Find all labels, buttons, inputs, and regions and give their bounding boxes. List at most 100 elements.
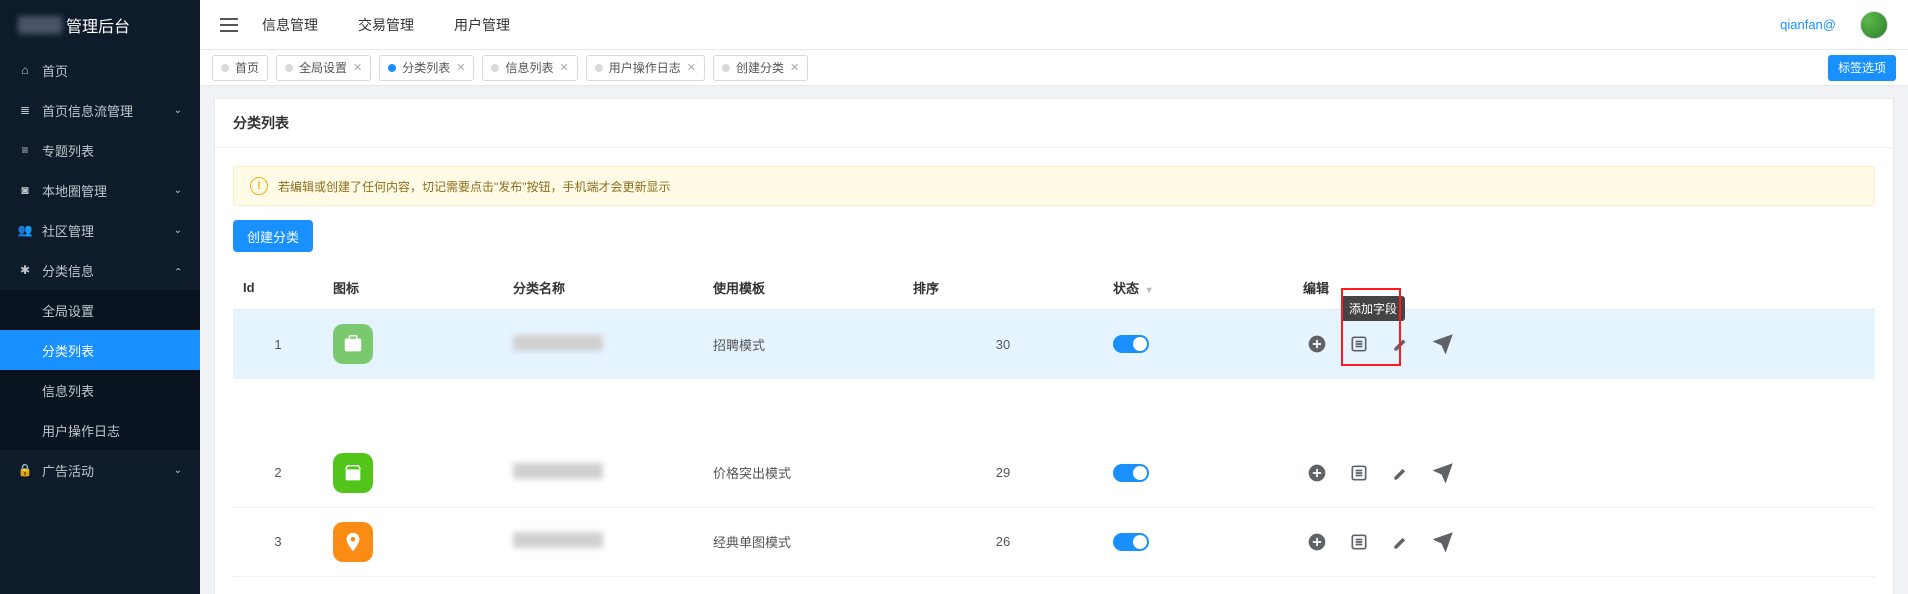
edit-button[interactable] <box>1387 528 1415 556</box>
chevron-down-icon: ⌄ <box>174 105 182 116</box>
tooltip: 添加字段 <box>1341 296 1405 321</box>
topnav-user[interactable]: 用户管理 <box>454 15 510 35</box>
sidebar-sub-infolist[interactable]: 信息列表 <box>0 370 200 410</box>
list-icon: ≡ <box>18 143 32 157</box>
cell-id: 3 <box>233 507 323 576</box>
status-toggle[interactable] <box>1113 464 1149 482</box>
add-field-button[interactable] <box>1303 330 1331 358</box>
publish-button[interactable] <box>1429 330 1457 358</box>
status-toggle[interactable] <box>1113 335 1149 353</box>
publish-button[interactable] <box>1429 528 1457 556</box>
sidebar-sub-catlist[interactable]: 分类列表 <box>0 330 200 370</box>
row-actions <box>1303 528 1865 556</box>
tab-oplog[interactable]: 用户操作日志 ✕ <box>586 55 705 81</box>
tab-label: 用户操作日志 <box>609 59 681 76</box>
tab-label: 分类列表 <box>402 59 450 76</box>
page-title: 分类列表 <box>215 99 1893 148</box>
chevron-down-icon: ⌄ <box>174 185 182 196</box>
tab-home[interactable]: 首页 <box>212 55 268 81</box>
tab-catlist[interactable]: 分类列表 ✕ <box>379 55 474 81</box>
sidebar-item-label: 专题列表 <box>42 141 94 160</box>
chevron-down-icon: ⌄ <box>174 225 182 236</box>
lock-icon: 🔒 <box>18 463 32 477</box>
main-area: 信息管理 交易管理 用户管理 qianfan@ 首页 全局设置 ✕ 分类列表 <box>200 0 1908 594</box>
tab-create[interactable]: 创建分类 ✕ <box>713 55 808 81</box>
menu-toggle-icon[interactable] <box>220 18 238 32</box>
filter-icon[interactable]: ▾ <box>1147 285 1152 296</box>
cell-id: 2 <box>233 439 323 508</box>
app-title: 管理后台 <box>66 13 130 37</box>
sidebar-item-category[interactable]: ✱ 分类信息 ⌄ <box>0 250 200 290</box>
close-icon[interactable]: ✕ <box>353 61 362 74</box>
topbar: 信息管理 交易管理 用户管理 qianfan@ <box>200 0 1908 50</box>
close-icon[interactable]: ✕ <box>790 61 799 74</box>
chevron-up-icon: ⌄ <box>174 265 182 276</box>
tab-label: 首页 <box>235 59 259 76</box>
sidebar-sub-global[interactable]: 全局设置 <box>0 290 200 330</box>
topnav-trade[interactable]: 交易管理 <box>358 15 414 35</box>
topnav-info[interactable]: 信息管理 <box>262 15 318 35</box>
sidebar-item-feed[interactable]: ≣ 首页信息流管理 ⌄ <box>0 90 200 130</box>
sidebar-item-home[interactable]: ⌂ 首页 <box>0 50 200 90</box>
sidebar-item-local[interactable]: ◙ 本地圈管理 ⌄ <box>0 170 200 210</box>
tab-infolist[interactable]: 信息列表 ✕ <box>482 55 577 81</box>
tab-dot-icon <box>388 64 396 72</box>
close-icon[interactable]: ✕ <box>560 61 569 74</box>
table-header-row: Id 图标 分类名称 使用模板 排序 状态 ▾ 编辑 <box>233 266 1875 310</box>
avatar[interactable] <box>1860 11 1888 39</box>
create-category-button[interactable]: 创建分类 <box>233 220 313 252</box>
col-icon: 图标 <box>323 266 503 310</box>
sidebar-item-community[interactable]: 👥 社区管理 ⌄ <box>0 210 200 250</box>
sidebar-item-ads[interactable]: 🔒 广告活动 ⌄ <box>0 450 200 490</box>
publish-button[interactable] <box>1429 459 1457 487</box>
table-row[interactable]: 3 经典单图模式 26 <box>233 507 1875 576</box>
tab-global[interactable]: 全局设置 ✕ <box>276 55 371 81</box>
top-nav: 信息管理 交易管理 用户管理 <box>262 15 510 35</box>
sidebar-sub-label: 全局设置 <box>42 301 94 320</box>
cell-template: 价格突出模式 <box>703 439 903 508</box>
row-actions <box>1303 459 1865 487</box>
cell-sort: 29 <box>903 439 1103 508</box>
category-icon <box>333 453 373 493</box>
alert-text: 若编辑或创建了任何内容，切记需要点击"发布"按钮，手机端才会更新显示 <box>278 178 671 195</box>
side-menu: ⌂ 首页 ≣ 首页信息流管理 ⌄ ≡ 专题列表 ◙ 本地圈管理 ⌄ 👥 社区管理… <box>0 50 200 594</box>
list-button[interactable] <box>1345 330 1373 358</box>
category-table: Id 图标 分类名称 使用模板 排序 状态 ▾ 编辑 <box>233 266 1875 577</box>
sidebar-item-label: 广告活动 <box>42 461 94 480</box>
current-user[interactable]: qianfan@ <box>1780 17 1836 32</box>
sidebar-sub-oplog[interactable]: 用户操作日志 <box>0 410 200 450</box>
tab-dot-icon <box>722 64 730 72</box>
category-icon <box>333 522 373 562</box>
sidebar-item-label: 本地圈管理 <box>42 181 107 200</box>
status-toggle[interactable] <box>1113 533 1149 551</box>
add-field-button[interactable] <box>1303 528 1331 556</box>
sidebar-sub-label: 分类列表 <box>42 341 94 360</box>
add-field-button[interactable] <box>1303 459 1331 487</box>
col-template: 使用模板 <box>703 266 903 310</box>
category-icon <box>333 324 373 364</box>
star-icon: ✱ <box>18 263 32 277</box>
logo-blur <box>18 16 62 34</box>
close-icon[interactable]: ✕ <box>687 61 696 74</box>
col-status-label: 状态 <box>1113 281 1139 296</box>
sidebar-item-label: 首页信息流管理 <box>42 101 133 120</box>
table-row[interactable]: 2 价格突出模式 29 <box>233 439 1875 508</box>
sidebar-sub-label: 用户操作日志 <box>42 421 120 440</box>
col-status: 状态 ▾ <box>1103 266 1293 310</box>
home-icon: ⌂ <box>18 63 32 77</box>
close-icon[interactable]: ✕ <box>456 61 465 74</box>
tab-dot-icon <box>595 64 603 72</box>
tab-options-button[interactable]: 标签选项 <box>1828 55 1896 81</box>
list-button[interactable] <box>1345 528 1373 556</box>
edit-button[interactable] <box>1387 330 1415 358</box>
sidebar-item-label: 社区管理 <box>42 221 94 240</box>
sidebar-item-topics[interactable]: ≡ 专题列表 <box>0 130 200 170</box>
rss-icon: ≣ <box>18 103 32 117</box>
sidebar-submenu-category: 全局设置 分类列表 信息列表 用户操作日志 <box>0 290 200 450</box>
table-row[interactable]: 1 招聘模式 30 添加字段 <box>233 310 1875 379</box>
col-name: 分类名称 <box>503 266 703 310</box>
list-button[interactable] <box>1345 459 1373 487</box>
tab-dot-icon <box>491 64 499 72</box>
tab-label: 创建分类 <box>736 59 784 76</box>
edit-button[interactable] <box>1387 459 1415 487</box>
